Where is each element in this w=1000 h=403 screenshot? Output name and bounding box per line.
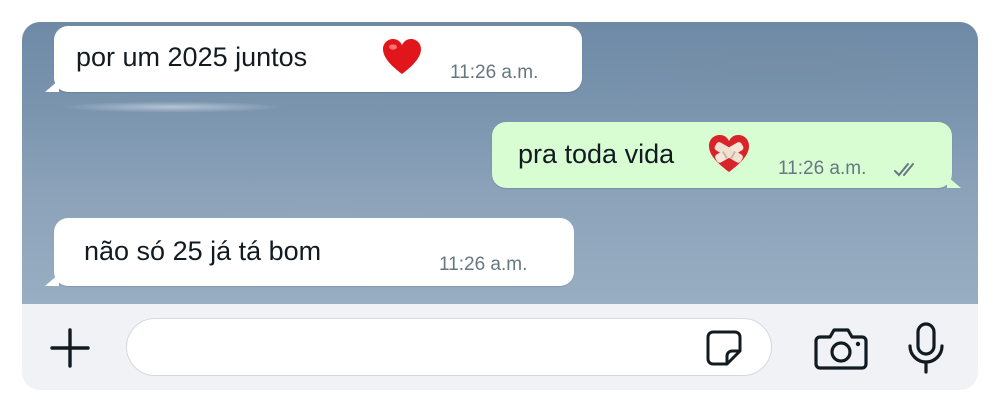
bubble-tail: [45, 274, 59, 286]
composer-bar: [22, 304, 978, 390]
bubble-tail: [45, 80, 59, 92]
microphone-icon[interactable]: [906, 322, 946, 374]
message-bubble-outgoing[interactable]: pra toda vida 11:26 a.m.: [492, 122, 961, 188]
bubble-tail: [947, 176, 961, 188]
camera-icon[interactable]: [814, 326, 868, 370]
message-text: por um 2025 juntos: [76, 42, 308, 72]
message-time: 11:26 a.m.: [450, 62, 539, 83]
sticker-icon[interactable]: [705, 329, 743, 367]
message-time: 11:26 a.m.: [439, 254, 528, 275]
message-time: 11:26 a.m.: [778, 158, 867, 179]
message-text: pra toda vida: [518, 139, 675, 169]
message-bubble-incoming[interactable]: por um 2025 juntos 11:26 a.m.: [45, 26, 582, 92]
chat-window: por um 2025 juntos 11:26 a.m. pra toda v…: [22, 22, 978, 390]
heart-emoji-icon: [383, 39, 421, 74]
double-check-read-icon: [894, 163, 914, 177]
mending-heart-emoji-icon: [709, 135, 749, 172]
plus-icon[interactable]: [48, 326, 92, 370]
message-bubble-incoming[interactable]: não só 25 já tá bom 11:26 a.m.: [45, 218, 574, 286]
chat-background: por um 2025 juntos 11:26 a.m. pra toda v…: [22, 22, 978, 304]
message-text: não só 25 já tá bom: [84, 236, 322, 266]
message-input[interactable]: [126, 318, 772, 376]
